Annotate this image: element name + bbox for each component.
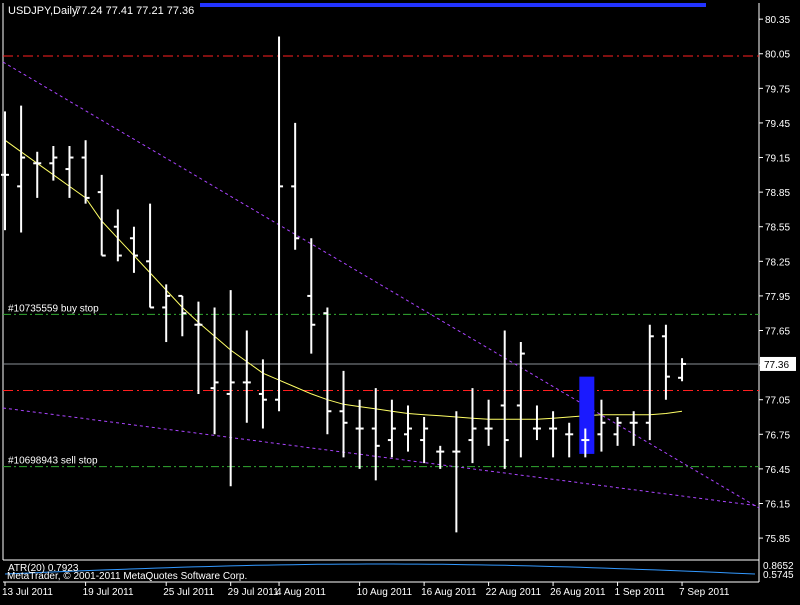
chart-root: #10735559 buy stop #10698943 sell stop 80… <box>0 0 800 600</box>
chart-symbol: USDJPY,Daily <box>8 5 78 17</box>
x-tick-label: 13 Jul 2011 <box>2 587 53 598</box>
y-tick-label: 79.75 <box>765 84 790 95</box>
x-tick-label: 7 Sep 2011 <box>679 587 730 598</box>
y-tick-label: 79.45 <box>765 119 790 130</box>
x-tick-label: 22 Aug 2011 <box>486 587 542 598</box>
y-tick-label: 76.45 <box>765 465 790 476</box>
x-tick-label: 16 Aug 2011 <box>421 587 477 598</box>
y-tick-label: 77.95 <box>765 292 790 303</box>
y-tick-label: 78.85 <box>765 188 790 199</box>
y-tick-label: 76.75 <box>765 430 790 441</box>
y-tick-label: 76.15 <box>765 499 790 510</box>
y-tick-label: 77.05 <box>765 396 790 407</box>
atr-lower-value: 0.5745 <box>763 570 794 581</box>
y-tick-label: 77.65 <box>765 327 790 338</box>
y-tick-label: 80.35 <box>765 15 790 26</box>
current-price-label: 77.36 <box>764 360 789 371</box>
level-label-1: #10698943 sell stop <box>8 456 98 467</box>
x-tick-label: 1 Sep 2011 <box>615 587 666 598</box>
scroll-progress-bar[interactable] <box>200 3 706 7</box>
x-tick-label: 19 Jul 2011 <box>83 587 134 598</box>
y-tick-label: 78.25 <box>765 257 790 268</box>
y-tick-label: 78.55 <box>765 223 790 234</box>
x-tick-label: 26 Aug 2011 <box>550 587 606 598</box>
x-tick-label: 4 Aug 2011 <box>276 587 326 598</box>
y-tick-label: 80.05 <box>765 50 790 61</box>
price-chart[interactable]: #10735559 buy stop #10698943 sell stop 80… <box>0 0 800 600</box>
x-tick-label: 10 Aug 2011 <box>357 587 413 598</box>
x-tick-label: 29 Jul 2011 <box>228 587 279 598</box>
copyright-text: MetaTrader, © 2001-2011 MetaQuotes Softw… <box>7 571 247 582</box>
highlight-box <box>579 376 595 454</box>
x-tick-label: 25 Jul 2011 <box>163 587 214 598</box>
level-label-0: #10735559 buy stop <box>8 303 99 314</box>
y-tick-label: 79.15 <box>765 154 790 165</box>
y-tick-label: 75.85 <box>765 534 790 545</box>
chart-ohlc: 77.24 77.41 77.21 77.36 <box>75 5 194 17</box>
